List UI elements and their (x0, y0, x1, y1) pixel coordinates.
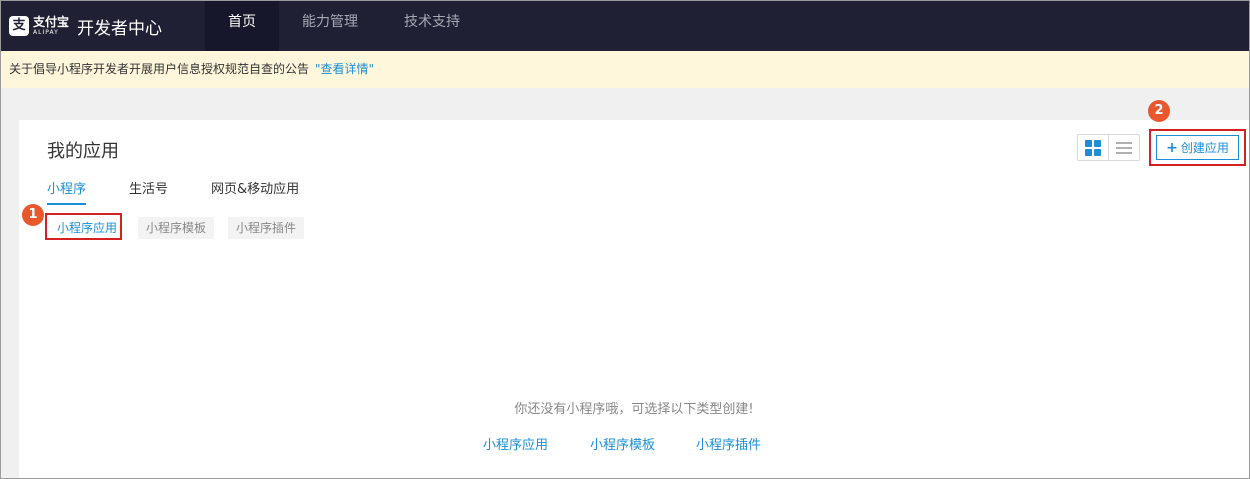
page-title: 我的应用 (47, 141, 119, 162)
step-badge-2: 2 (1148, 100, 1170, 122)
main-nav: 首页 能力管理 技术支持 (205, 1, 483, 51)
subtab-highlight (45, 213, 122, 240)
nav-item-home[interactable]: 首页 (205, 1, 279, 51)
tab-life-account[interactable]: 生活号 (129, 178, 168, 205)
step-badge-1: 1 (22, 204, 44, 226)
logo-text: 支付宝 ALIPAY (33, 15, 70, 37)
logo-cn: 支付宝 (33, 15, 70, 29)
mini-program-subtabs: 小程序应用 小程序模板 小程序插件 (19, 217, 1249, 239)
empty-state-message: 你还没有小程序哦，可选择以下类型创建! (514, 402, 754, 417)
grid-view-button[interactable] (1078, 135, 1109, 160)
site-title: 开发者中心 (77, 18, 163, 39)
notice-detail-link[interactable]: "查看详情" (315, 62, 374, 76)
alipay-logo[interactable]: 支 支付宝 ALIPAY 开发者中心 (9, 14, 205, 39)
nav-item-capability[interactable]: 能力管理 (279, 1, 381, 51)
logo-en: ALIPAY (33, 29, 59, 36)
create-app-button[interactable]: + 创建应用 (1156, 135, 1239, 160)
create-mini-program-template-link[interactable]: 小程序模板 (590, 434, 655, 453)
list-view-button[interactable] (1109, 135, 1139, 160)
alipay-icon: 支 (9, 16, 29, 36)
create-app-label: 创建应用 (1180, 141, 1229, 155)
tab-mini-program[interactable]: 小程序 (47, 178, 87, 205)
notice-bar: 关于倡导小程序开发者开展用户信息授权规范自查的公告 "查看详情" (1, 51, 1249, 88)
view-toggle (1077, 134, 1140, 161)
my-apps-panel: 我的应用 + 创建应用 2 小程序 生活号 网页&移动应用 小程序应用 小程序模… (19, 100, 1249, 478)
list-icon (1115, 141, 1132, 154)
subtab-mini-program-template[interactable]: 小程序模板 (138, 217, 215, 239)
notice-text: 关于倡导小程序开发者开展用户信息授权规范自查的公告 (9, 62, 310, 76)
app-type-tabs: 小程序 生活号 网页&移动应用 (47, 178, 342, 205)
create-mini-program-app-link[interactable]: 小程序应用 (483, 434, 548, 453)
grid-icon (1084, 139, 1101, 156)
subtab-mini-program-plugin[interactable]: 小程序插件 (228, 217, 305, 239)
nav-item-support[interactable]: 技术支持 (381, 1, 483, 51)
top-navigation-bar: 支 支付宝 ALIPAY 开发者中心 首页 能力管理 技术支持 (1, 1, 1249, 51)
empty-state-links: 小程序应用 小程序模板 小程序插件 (19, 434, 1249, 454)
plus-icon: + (1166, 139, 1178, 156)
tab-web-mobile-app[interactable]: 网页&移动应用 (211, 178, 299, 205)
create-mini-program-plugin-link[interactable]: 小程序插件 (696, 434, 761, 453)
